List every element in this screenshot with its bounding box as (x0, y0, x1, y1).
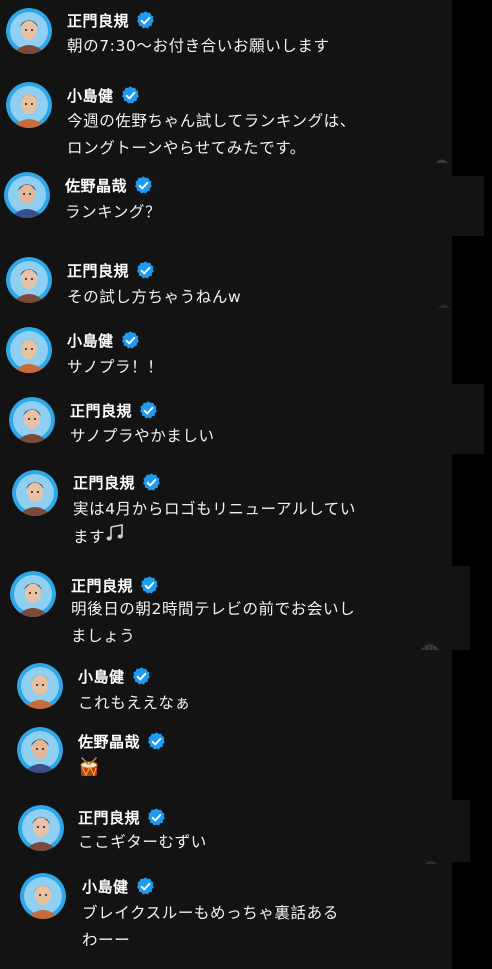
avatar[interactable] (9, 397, 55, 443)
avatar[interactable] (4, 172, 50, 218)
message-text: ブレイクスルーもめっちゃ裏話ある わーー (82, 900, 339, 954)
author-name[interactable]: 小島健 (82, 876, 129, 897)
message-line: 朝の7:30〜お付き合いお願いします (67, 33, 330, 60)
author-line: 小島健 (67, 328, 141, 352)
avatar[interactable] (12, 470, 58, 516)
author-line: 正門良規 (70, 398, 159, 422)
message-line: 実は4月からロゴもリニューアルしてい (73, 496, 356, 523)
drum-icon (78, 757, 100, 788)
author-line: 小島健 (67, 83, 141, 107)
message-line: サノプラ！！ (67, 354, 163, 381)
message-text: サノプラ！！ (67, 354, 163, 381)
author-line: 小島健 (78, 664, 152, 688)
author-line: 正門良規 (73, 470, 162, 494)
message-line-text: ランキング？ (65, 203, 162, 221)
message-line-text: その試し方ちゃうねんw (67, 288, 242, 306)
reaction-icon[interactable] (424, 858, 438, 864)
author-name[interactable]: 小島健 (67, 330, 114, 351)
message-line: 今週の佐野ちゃん試してランキングは、 (67, 108, 356, 135)
message-line-text: ここギターむずい (78, 833, 207, 851)
message-text: その試し方ちゃうねんw (67, 284, 241, 311)
message-line: ブレイクスルーもめっちゃ裏話ある (82, 900, 339, 927)
author-name[interactable]: 正門良規 (73, 472, 135, 493)
message-text: これもええなぁ (78, 690, 191, 717)
author-line: 正門良規 (67, 8, 156, 32)
author-name[interactable]: 正門良規 (71, 575, 133, 596)
reaction-icon[interactable] (437, 302, 451, 308)
message-line: ます (73, 523, 356, 552)
verified-badge-icon (120, 330, 141, 351)
author-line: 佐野晶哉 (78, 729, 167, 753)
verified-badge-icon (133, 175, 154, 196)
message-text: 実は4月からロゴもリニューアルしてい ます (73, 496, 356, 552)
author-line: 正門良規 (78, 805, 167, 829)
avatar[interactable] (6, 8, 52, 54)
author-line: 佐野晶哉 (65, 173, 154, 197)
avatar[interactable] (18, 805, 64, 851)
avatar[interactable] (20, 873, 66, 919)
author-name[interactable]: 小島健 (67, 85, 114, 106)
message-line-text: サノプラ！！ (67, 358, 164, 376)
message-line (78, 757, 100, 788)
verified-badge-icon (135, 260, 156, 281)
message-line-text: 朝の7:30〜お付き合いお願いします (67, 37, 330, 55)
musical-notes-icon (105, 523, 125, 552)
message-text: 明後日の朝2時間テレビの前でお会いし ましょう (71, 596, 355, 650)
author-name[interactable]: 佐野晶哉 (78, 731, 140, 752)
message-line-text: 明後日の朝2時間テレビの前でお会いし (71, 600, 356, 618)
message-line-text: ブレイクスルーもめっちゃ裏話ある (82, 904, 339, 922)
message-line: これもええなぁ (78, 690, 191, 717)
author-name[interactable]: 小島健 (78, 666, 125, 687)
avatar[interactable] (6, 82, 52, 128)
message-text (78, 757, 100, 788)
message-line: その試し方ちゃうねんw (67, 284, 241, 311)
reaction-icon[interactable] (435, 157, 449, 163)
author-line: 正門良規 (67, 258, 156, 282)
message-text: 朝の7:30〜お付き合いお願いします (67, 33, 330, 60)
author-name[interactable]: 正門良規 (67, 260, 129, 281)
verified-badge-icon (139, 575, 160, 596)
avatar[interactable] (17, 663, 63, 709)
message-line-text: ます (73, 528, 106, 546)
avatar[interactable] (6, 327, 52, 373)
verified-badge-icon (146, 731, 167, 752)
author-name[interactable]: 正門良規 (67, 10, 129, 31)
author-line: 小島健 (82, 874, 156, 898)
message-line-text: 実は4月からロゴもリニューアルしてい (73, 500, 356, 518)
author-line: 正門良規 (71, 573, 160, 597)
message-line: ロングトーンやらせてみたです。 (67, 135, 356, 162)
message-text: ランキング？ (65, 199, 161, 226)
verified-badge-icon (131, 666, 152, 687)
message-line: 明後日の朝2時間テレビの前でお会いし (71, 596, 355, 623)
verified-badge-icon (141, 472, 162, 493)
reaction-icon[interactable] (420, 640, 440, 650)
verified-badge-icon (146, 807, 167, 828)
verified-badge-icon (138, 400, 159, 421)
author-name[interactable]: 正門良規 (70, 400, 132, 421)
message-line: ましょう (71, 623, 355, 650)
message-line: ランキング？ (65, 199, 161, 226)
message-text: ここギターむずい (78, 829, 207, 856)
message-line: わーー (82, 927, 339, 954)
message-line: サノプラやかましい (70, 423, 215, 450)
message-text: 今週の佐野ちゃん試してランキングは、 ロングトーンやらせてみたです。 (67, 108, 356, 162)
message-panel (0, 800, 470, 862)
verified-badge-icon (135, 876, 156, 897)
message-line-text: サノプラやかましい (70, 427, 215, 445)
message-line-text: ましょう (71, 627, 136, 645)
avatar[interactable] (10, 571, 56, 617)
message-line-text: わーー (82, 931, 131, 949)
author-name[interactable]: 正門良規 (78, 807, 140, 828)
avatar[interactable] (17, 727, 63, 773)
message-line-text: これもええなぁ (78, 694, 191, 712)
avatar[interactable] (6, 257, 52, 303)
message-text: サノプラやかましい (70, 423, 215, 450)
verified-badge-icon (135, 10, 156, 31)
message-line: ここギターむずい (78, 829, 207, 856)
message-line-text: 今週の佐野ちゃん試してランキングは、 (67, 112, 356, 130)
message-line-text: ロングトーンやらせてみたです。 (67, 139, 306, 157)
verified-badge-icon (120, 85, 141, 106)
author-name[interactable]: 佐野晶哉 (65, 175, 127, 196)
